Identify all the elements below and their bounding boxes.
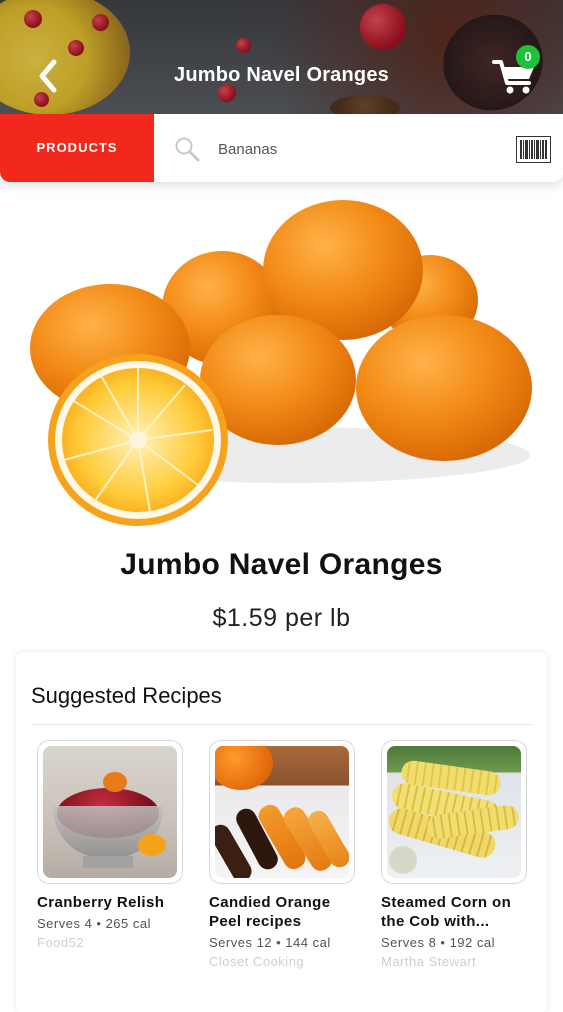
search-icon	[174, 136, 200, 162]
recipe-meta: Serves 12 • 144 cal	[209, 935, 331, 950]
recipe-card[interactable]: Steamed Corn on the Cob with... Serves 8…	[381, 740, 531, 969]
recipe-name: Cranberry Relish	[37, 894, 165, 911]
recipe-name: Candied Orange Peel recipes	[209, 894, 331, 930]
recipe-meta: Serves 8 • 192 cal	[381, 935, 495, 950]
suggested-recipes-section: Suggested Recipes Cranberry Relish Serve…	[16, 652, 547, 1012]
product-image	[0, 190, 563, 535]
recipe-thumbnail	[381, 740, 527, 884]
recipe-thumbnail	[209, 740, 355, 884]
recipe-source: Martha Stewart	[381, 954, 477, 969]
products-tab[interactable]: PRODUCTS	[0, 114, 154, 182]
recipe-card[interactable]: Candied Orange Peel recipes Serves 12 • …	[209, 740, 359, 969]
section-title: Suggested Recipes	[31, 683, 222, 708]
header-banner: Jumbo Navel Oranges	[0, 0, 563, 120]
search-bar: PRODUCTS	[0, 114, 563, 182]
recipe-source: Closet Cooking	[209, 954, 305, 969]
recipe-meta: Serves 4 • 265 cal	[37, 916, 151, 931]
page-title: Jumbo Navel Oranges	[174, 64, 389, 86]
recipe-card[interactable]: Cranberry Relish Serves 4 • 265 cal Food…	[37, 740, 187, 950]
product-name: Jumbo Navel Oranges	[120, 548, 443, 581]
barcode-icon[interactable]	[516, 136, 551, 163]
product-price: $1.59 per lb	[212, 604, 351, 632]
cart-count-badge: 0	[516, 45, 540, 69]
recipe-thumbnail	[37, 740, 183, 884]
recipe-source: Food52	[37, 935, 85, 950]
divider	[31, 724, 532, 725]
recipe-name: Steamed Corn on the Cob with...	[381, 894, 512, 930]
search-input[interactable]	[218, 134, 488, 164]
